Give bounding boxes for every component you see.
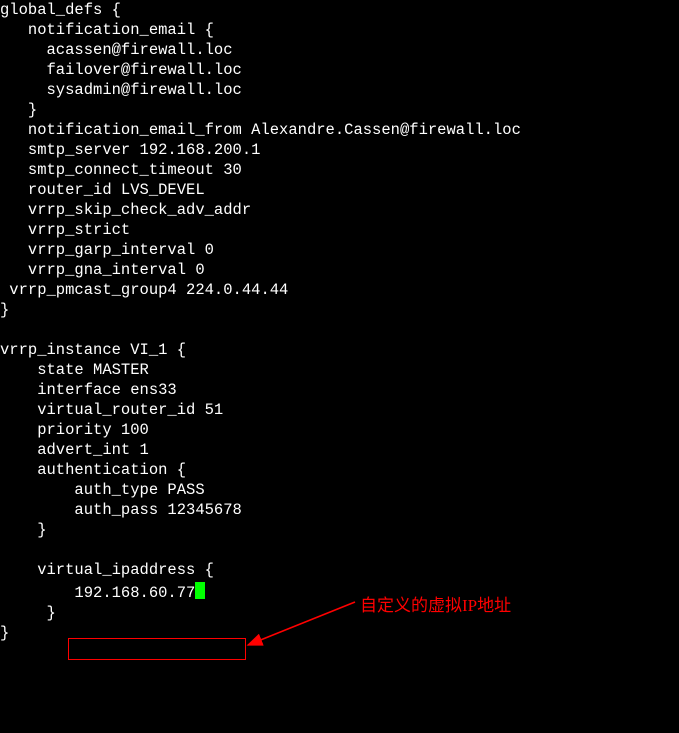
- config-line: vrrp_gna_interval 0: [0, 261, 205, 279]
- config-line: authentication {: [0, 461, 186, 479]
- config-line: vrrp_instance VI_1 {: [0, 341, 186, 359]
- config-line: vrrp_strict: [0, 221, 130, 239]
- config-line: auth_pass 12345678: [0, 501, 242, 519]
- config-line: failover@firewall.loc: [0, 61, 242, 79]
- config-line: notification_email_from Alexandre.Cassen…: [0, 121, 521, 139]
- config-line: }: [0, 624, 9, 642]
- terminal-output[interactable]: global_defs { notification_email { acass…: [0, 0, 521, 643]
- config-line: virtual_ipaddress {: [0, 561, 214, 579]
- config-line: auth_type PASS: [0, 481, 205, 499]
- config-line: notification_email {: [0, 21, 214, 39]
- config-line: smtp_connect_timeout 30: [0, 161, 242, 179]
- config-line: interface ens33: [0, 381, 177, 399]
- config-line: }: [0, 604, 56, 622]
- config-line: advert_int 1: [0, 441, 149, 459]
- config-line: smtp_server 192.168.200.1: [0, 141, 260, 159]
- config-line: }: [0, 521, 47, 539]
- config-line: router_id LVS_DEVEL: [0, 181, 205, 199]
- config-line: state MASTER: [0, 361, 149, 379]
- config-line: 192.168.60.77: [0, 584, 195, 602]
- config-line: priority 100: [0, 421, 149, 439]
- config-line: }: [0, 101, 37, 119]
- config-line: virtual_router_id 51: [0, 401, 223, 419]
- config-line: global_defs {: [0, 1, 121, 19]
- config-line: vrrp_pmcast_group4 224.0.44.44: [0, 281, 288, 299]
- config-line: }: [0, 301, 9, 319]
- cursor: [195, 582, 205, 599]
- config-line: sysadmin@firewall.loc: [0, 81, 242, 99]
- config-line: acassen@firewall.loc: [0, 41, 233, 59]
- config-line: vrrp_skip_check_adv_addr: [0, 201, 251, 219]
- config-line: vrrp_garp_interval 0: [0, 241, 214, 259]
